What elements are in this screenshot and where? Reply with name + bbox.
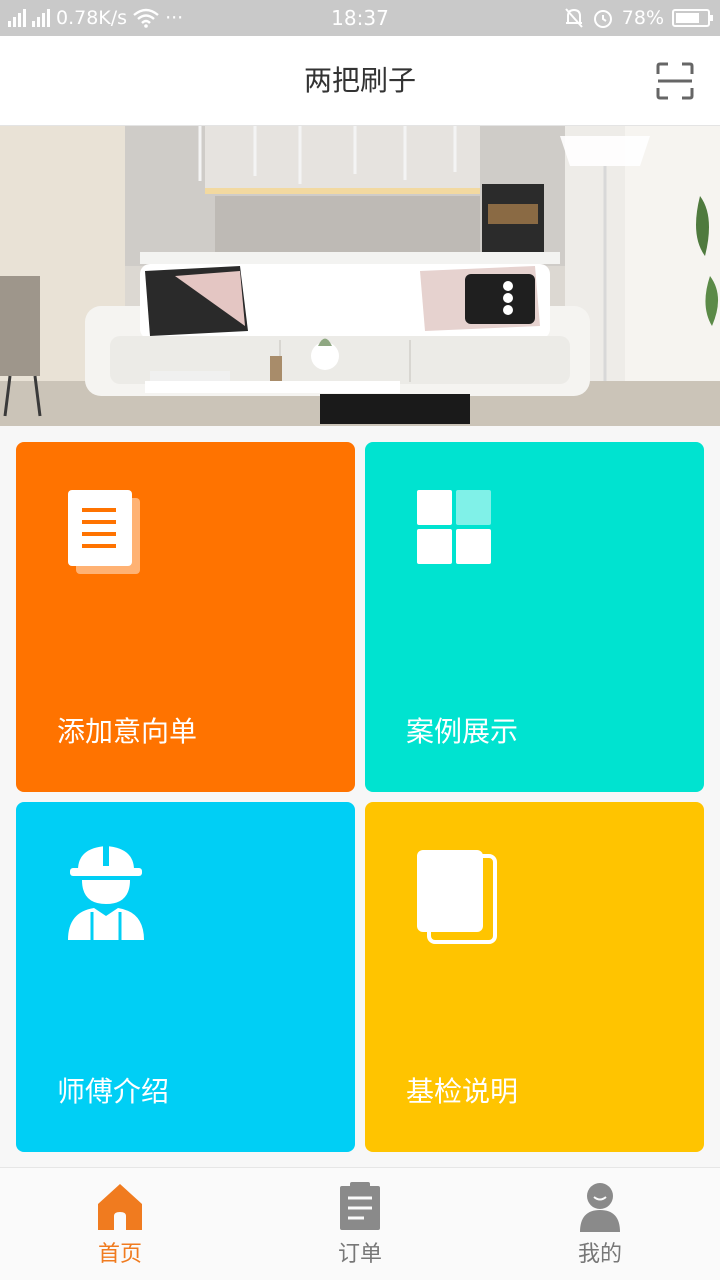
status-bar: 0.78K/s ··· 18:37 78% [0,0,720,36]
tile-case-showcase[interactable]: 案例展示 [365,442,704,792]
tile-label: 案例展示 [406,715,519,748]
bell-mute-icon [565,8,583,28]
tile-add-intent-order[interactable]: 添加意向单 [16,442,355,792]
tile-label: 师傅介绍 [57,1075,170,1108]
tab-home[interactable]: 首页 [0,1168,240,1280]
scan-icon[interactable] [656,62,694,100]
tile-worker-intro[interactable]: 师傅介绍 [16,802,355,1152]
grid-icon [417,490,491,564]
home-icon [98,1184,142,1230]
alarm-icon [593,10,612,28]
document-icon [68,490,140,574]
top-header: 两把刷子 [0,36,720,126]
battery-icon [672,9,713,27]
book-icon [417,850,497,944]
banner-image[interactable] [0,126,720,426]
profile-icon [580,1183,620,1232]
living-room-illustration [0,126,720,426]
worker-icon [68,844,144,940]
battery-fill [676,13,700,23]
tab-label: 首页 [97,1242,142,1267]
page-title: 两把刷子 [303,64,416,97]
battery-percent: 78% [621,7,664,29]
tab-label: 我的 [577,1242,622,1267]
status-right: 78% [564,0,713,36]
order-icon [340,1182,380,1230]
tab-profile[interactable]: 我的 [480,1168,720,1280]
tile-inspection-guide[interactable]: 基检说明 [365,802,704,1152]
tile-label: 基检说明 [406,1075,519,1108]
tab-orders[interactable]: 订单 [240,1168,480,1280]
tile-label: 添加意向单 [57,715,198,748]
bottom-tab-bar: 首页 订单 我的 [0,1167,720,1280]
app-screen: 0.78K/s ··· 18:37 78% 两把刷子 添加意向单 案例展示 师傅… [0,0,720,1280]
tab-label: 订单 [337,1242,382,1267]
